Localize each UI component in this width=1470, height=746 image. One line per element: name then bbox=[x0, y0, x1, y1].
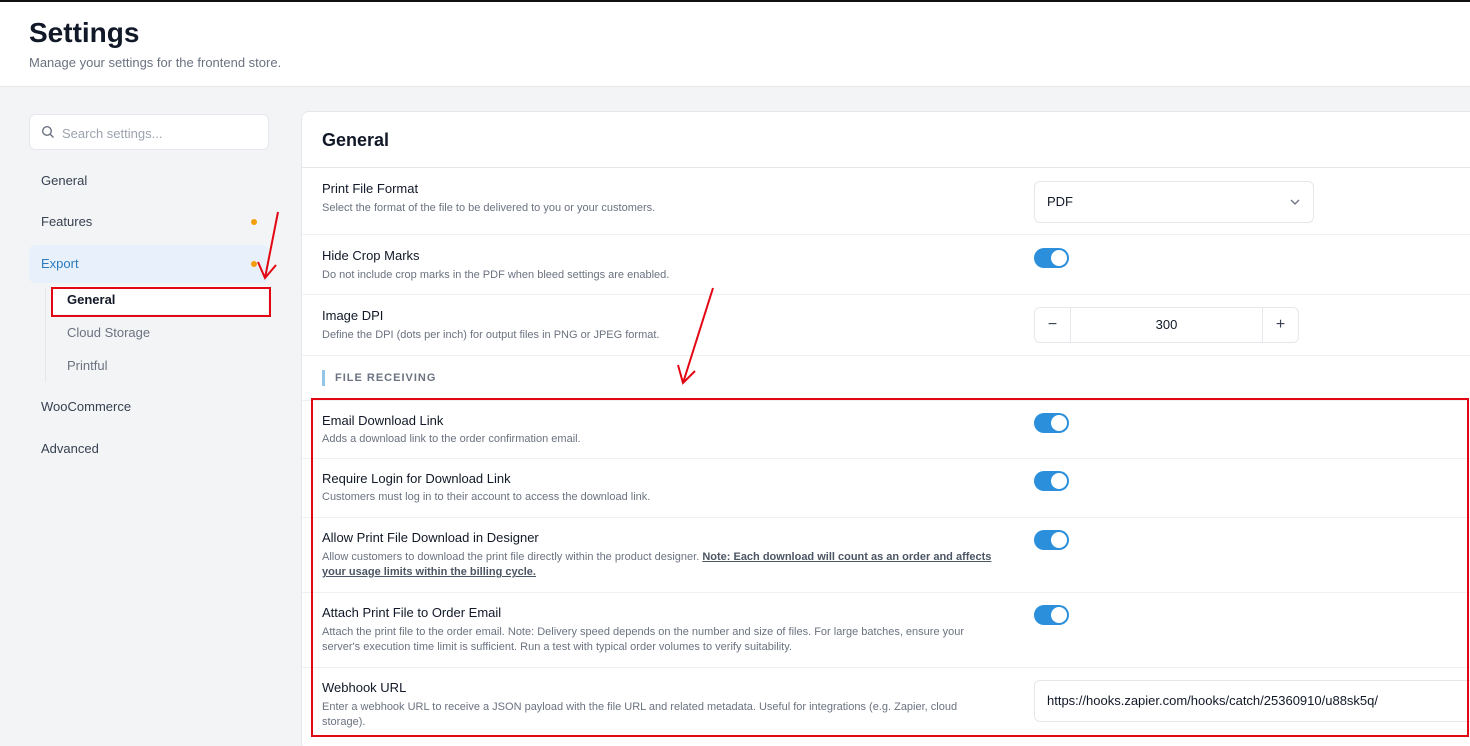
annotation-arrow bbox=[677, 287, 714, 385]
annotation-arrow bbox=[257, 211, 279, 280]
annotation-arrows bbox=[257, 211, 714, 385]
